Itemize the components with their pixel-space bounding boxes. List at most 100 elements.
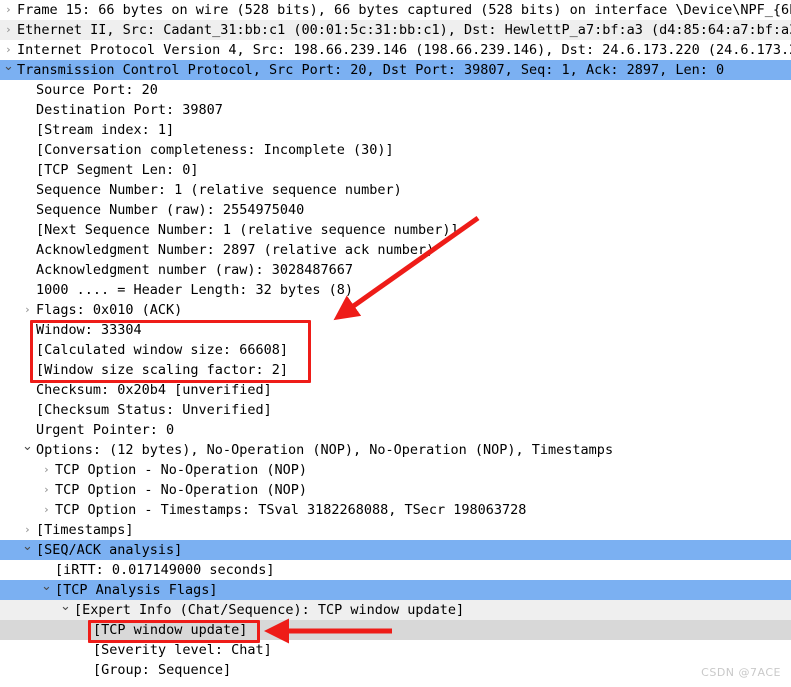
tree-row-label: [iRTT: 0.017149000 seconds] [55,562,275,578]
chevron-right-icon[interactable]: › [38,480,55,500]
tree-row[interactable]: Acknowledgment Number: 2897 (relative ac… [0,240,791,260]
chevron-right-icon[interactable]: › [0,20,17,40]
tree-row[interactable]: Acknowledgment number (raw): 3028487667 [0,260,791,280]
tree-row[interactable]: › Internet Protocol Version 4, Src: 198.6… [0,40,791,60]
tree-row-label: Sequence Number: 1 (relative sequence nu… [36,182,402,198]
tree-row-label: Options: (12 bytes), No-Operation (NOP),… [36,442,614,458]
tree-row-label: Transmission Control Protocol, Src Port:… [17,62,725,78]
tree-row-label: Internet Protocol Version 4, Src: 198.66… [17,42,791,58]
chevron-down-icon[interactable]: ⌄ [19,440,36,454]
tree-row[interactable]: Source Port: 20 [0,80,791,100]
tree-row[interactable]: ⌄ [SEQ/ACK analysis] [0,540,791,560]
tree-row[interactable]: [Calculated window size: 66608] [0,340,791,360]
tree-row[interactable]: Checksum: 0x20b4 [unverified] [0,380,791,400]
tree-row-label: [Group: Sequence] [93,662,232,678]
tree-row[interactable]: [Conversation completeness: Incomplete (… [0,140,791,160]
tree-indent: ⌄ [0,60,17,80]
tree-row-label: [Calculated window size: 66608] [36,342,288,358]
tree-row-label: TCP Option - Timestamps: TSval 318226808… [55,502,527,518]
tree-row-label: [SEQ/ACK analysis] [36,542,183,558]
tree-indent: ⌄ [0,600,74,620]
tree-indent: › [0,500,55,520]
tree-row[interactable]: Destination Port: 39807 [0,100,791,120]
tree-row-label: [Next Sequence Number: 1 (relative seque… [36,222,459,238]
chevron-right-icon[interactable]: › [0,40,17,60]
tree-row[interactable]: › TCP Option - No-Operation (NOP) [0,460,791,480]
tree-row-label: TCP Option - No-Operation (NOP) [55,462,307,478]
chevron-right-icon[interactable]: › [0,0,17,20]
tree-row[interactable]: [Group: Sequence] [0,660,791,680]
tree-row[interactable]: ⌄ Options: (12 bytes), No-Operation (NOP)… [0,440,791,460]
tree-indent: › [0,520,36,540]
tree-row[interactable]: Sequence Number: 1 (relative sequence nu… [0,180,791,200]
tree-row-label: Window: 33304 [36,322,142,338]
packet-details-tree[interactable]: › Frame 15: 66 bytes on wire (528 bits), … [0,0,791,687]
tree-row[interactable]: [TCP Segment Len: 0] [0,160,791,180]
tree-row[interactable]: › Flags: 0x010 (ACK) [0,300,791,320]
tree-row-label: Sequence Number (raw): 2554975040 [36,202,305,218]
tree-row-label: [TCP Segment Len: 0] [36,162,199,178]
tree-row[interactable]: › TCP Option - No-Operation (NOP) [0,480,791,500]
tree-indent: ⌄ [0,580,55,600]
chevron-right-icon[interactable]: › [38,460,55,480]
tree-row-label: [Expert Info (Chat/Sequence): TCP window… [74,602,465,618]
tree-row-label: [Window size scaling factor: 2] [36,362,288,378]
chevron-right-icon[interactable]: › [19,300,36,320]
tree-row-label: [Conversation completeness: Incomplete (… [36,142,394,158]
tree-row[interactable]: Sequence Number (raw): 2554975040 [0,200,791,220]
tree-row-label: Ethernet II, Src: Cadant_31:bb:c1 (00:01… [17,22,791,38]
tree-indent: › [0,300,36,320]
tree-row-label: Urgent Pointer: 0 [36,422,175,438]
chevron-right-icon[interactable]: › [19,520,36,540]
tree-row-label: 1000 .... = Header Length: 32 bytes (8) [36,282,353,298]
tree-row-label: Flags: 0x010 (ACK) [36,302,183,318]
tree-row[interactable]: › TCP Option - Timestamps: TSval 31822680… [0,500,791,520]
tree-row-label: TCP Option - No-Operation (NOP) [55,482,307,498]
tree-row-label: Acknowledgment number (raw): 3028487667 [36,262,353,278]
tree-row[interactable]: › [Timestamps] [0,520,791,540]
tree-row[interactable]: › Ethernet II, Src: Cadant_31:bb:c1 (00:0… [0,20,791,40]
tree-row[interactable]: › Frame 15: 66 bytes on wire (528 bits), … [0,0,791,20]
chevron-down-icon[interactable]: ⌄ [57,600,74,614]
tree-row-label: Checksum: 0x20b4 [unverified] [36,382,272,398]
tree-row[interactable]: ⌄ [Expert Info (Chat/Sequence): TCP windo… [0,600,791,620]
csdn-watermark: CSDN @7ACE [701,666,781,679]
chevron-down-icon[interactable]: ⌄ [0,60,17,74]
tree-row[interactable]: [TCP window update] [0,620,791,640]
chevron-right-icon[interactable]: › [38,500,55,520]
tree-row[interactable]: [Stream index: 1] [0,120,791,140]
tree-indent: › [0,480,55,500]
tree-row[interactable]: ⌄ Transmission Control Protocol, Src Port… [0,60,791,80]
tree-row-label: [Stream index: 1] [36,122,175,138]
tree-row[interactable]: [Severity level: Chat] [0,640,791,660]
tree-row[interactable]: Window: 33304 [0,320,791,340]
tree-row[interactable]: [Checksum Status: Unverified] [0,400,791,420]
tree-row[interactable]: 1000 .... = Header Length: 32 bytes (8) [0,280,791,300]
tree-row[interactable]: [iRTT: 0.017149000 seconds] [0,560,791,580]
tree-indent: › [0,20,17,40]
tree-row-label: Frame 15: 66 bytes on wire (528 bits), 6… [17,2,791,18]
tree-row-label: Acknowledgment Number: 2897 (relative ac… [36,242,435,258]
tree-row-label: [Checksum Status: Unverified] [36,402,272,418]
chevron-down-icon[interactable]: ⌄ [19,540,36,554]
tree-row[interactable]: [Window size scaling factor: 2] [0,360,791,380]
tree-row[interactable]: Urgent Pointer: 0 [0,420,791,440]
chevron-down-icon[interactable]: ⌄ [38,580,55,594]
tree-row[interactable]: [Next Sequence Number: 1 (relative seque… [0,220,791,240]
tree-row[interactable]: ⌄ [TCP Analysis Flags] [0,580,791,600]
